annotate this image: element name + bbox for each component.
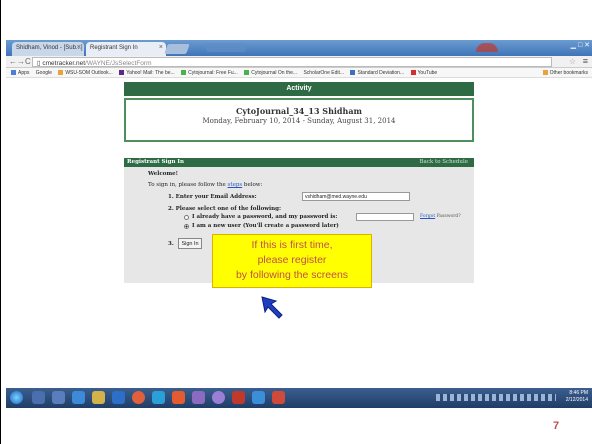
activity-box: CytoJournal_34_13 Shidham Monday, Februa…	[124, 98, 474, 142]
bookmark-standard-deviation[interactable]: Standard Deviation...	[350, 68, 404, 77]
taskbar-app-icon[interactable]	[112, 391, 125, 404]
taskbar-app-icon[interactable]	[252, 391, 265, 404]
taskbar-app-icon[interactable]	[272, 391, 285, 404]
blurred-region	[206, 43, 246, 52]
bookmark-outlook[interactable]: WSU-SOM Outlook...	[58, 68, 113, 77]
close-icon[interactable]: ×	[77, 44, 81, 51]
back-icon[interactable]: ←	[9, 57, 17, 66]
bookmark-youtube[interactable]: YouTube	[410, 68, 437, 77]
steps-link[interactable]: steps	[228, 182, 243, 188]
taskbar-app-icon[interactable]	[212, 391, 225, 404]
url-input[interactable]: ▯ cmetracker.net/WAYNE/JsSelectForm	[32, 57, 552, 67]
yahoo-icon	[119, 70, 125, 76]
step1-label: 1. Enter your Email Address:	[168, 194, 257, 200]
bookmark-google[interactable]: Google	[36, 68, 52, 77]
step2-label: 2. Please select one of the following:	[168, 206, 282, 212]
bookmark-star-icon[interactable]: ☆	[569, 57, 576, 66]
back-to-schedule-link[interactable]: Back to Schedule	[420, 158, 468, 167]
doc-icon	[350, 70, 356, 76]
blurred-region	[476, 43, 498, 52]
close-icon[interactable]: ×	[159, 44, 163, 51]
option-new-label: I am a new user (You'll create a passwor…	[192, 223, 339, 229]
tab-label: Registrant Sign In	[90, 45, 138, 51]
url-path: /WAYNE/JsSelectForm	[85, 60, 152, 67]
cyto-icon	[181, 70, 187, 76]
forward-icon[interactable]: →	[17, 57, 25, 66]
bookmarks-bar: Apps Google WSU-SOM Outlook... Yahoo! Ma…	[6, 68, 592, 78]
option-existing-label: I already have a password, and my passwo…	[192, 214, 338, 220]
start-button-icon[interactable]	[10, 391, 23, 404]
radio-new-user[interactable]	[184, 224, 189, 229]
pointer-arrow-icon	[261, 296, 283, 319]
signin-header: Registrant Sign In Back to Schedule	[124, 158, 474, 167]
maximize-icon[interactable]: □	[578, 42, 582, 49]
bookmark-cytojournal-free[interactable]: Cytojournal: Free Fu...	[181, 68, 238, 77]
bookmark-apps[interactable]: Apps	[11, 68, 29, 77]
menu-icon[interactable]: ≡	[583, 56, 588, 66]
bookmark-scholarone[interactable]: ScholarOne Edit...	[303, 68, 344, 77]
tab-bar: Shidham, Vinod - [Sub...] × Registrant S…	[6, 40, 592, 56]
taskbar-app-icon[interactable]	[192, 391, 205, 404]
folder-icon	[542, 70, 548, 76]
taskbar-app-icon[interactable]	[92, 391, 105, 404]
system-tray[interactable]	[436, 394, 556, 401]
slide-number: 7	[553, 420, 560, 432]
cyto-icon	[244, 70, 250, 76]
taskbar-app-icon[interactable]	[152, 391, 165, 404]
windows-taskbar: 8:46 PM 2/12/2014	[6, 388, 592, 408]
sign-in-button[interactable]: Sign In	[178, 238, 202, 249]
activity-header: Activity	[124, 82, 474, 96]
callout-note: If this is first time, please register b…	[212, 234, 372, 288]
tab-outlook[interactable]: Shidham, Vinod - [Sub...] ×	[12, 42, 84, 56]
url-host: cmetracker.net	[42, 60, 86, 67]
email-input[interactable]: vshidham@med.wayne.edu	[302, 192, 410, 201]
apps-icon	[11, 70, 16, 76]
tab-label: Shidham, Vinod - [Sub...]	[16, 45, 83, 51]
address-bar-row: ← → C ▯ cmetracker.net/WAYNE/JsSelectFor…	[6, 56, 592, 68]
new-tab-button[interactable]	[164, 44, 190, 54]
browser-screenshot: Shidham, Vinod - [Sub...] × Registrant S…	[6, 40, 592, 408]
taskbar-app-icon[interactable]	[32, 391, 45, 404]
forgot-password-link[interactable]: Forgot	[420, 214, 435, 219]
step3-label: 3.	[168, 241, 174, 247]
slide: Shidham, Vinod - [Sub...] × Registrant S…	[0, 0, 592, 444]
activity-title: CytoJournal_34_13 Shidham	[236, 106, 362, 116]
instructions: To sign in, please follow the steps belo…	[148, 182, 263, 188]
taskbar-app-icon[interactable]	[232, 391, 245, 404]
reload-icon[interactable]: C	[25, 57, 31, 66]
page-content: Activity CytoJournal_34_13 Shidham Monda…	[6, 78, 592, 388]
close-window-icon[interactable]: ✕	[584, 42, 590, 49]
bookmark-yahoo[interactable]: Yahoo! Mail: The be...	[119, 68, 175, 77]
bookmark-other[interactable]: Other bookmarks	[542, 68, 588, 77]
taskbar-app-icon[interactable]	[172, 391, 185, 404]
slide-left-border	[0, 0, 1, 444]
taskbar-app-icon[interactable]	[132, 391, 145, 404]
activity-dates: Monday, February 10, 2014 - Sunday, Augu…	[202, 117, 396, 125]
taskbar-app-icon[interactable]	[72, 391, 85, 404]
minimize-icon[interactable]: ▁	[571, 42, 576, 49]
forgot-password: Forgot Password?	[420, 214, 461, 219]
bookmark-cytojournal-online[interactable]: Cytojournal On the...	[244, 68, 297, 77]
folder-icon	[58, 70, 64, 76]
youtube-icon	[410, 70, 416, 76]
taskbar-app-icon[interactable]	[52, 391, 65, 404]
taskbar-clock: 8:46 PM 2/12/2014	[565, 390, 588, 403]
window-controls[interactable]: ▁ □ ✕	[571, 41, 590, 49]
password-input[interactable]	[356, 213, 414, 221]
radio-existing-user[interactable]	[184, 215, 189, 220]
tab-registrant-sign-in[interactable]: Registrant Sign In ×	[86, 42, 166, 56]
welcome-text: Welcome!	[148, 171, 179, 177]
